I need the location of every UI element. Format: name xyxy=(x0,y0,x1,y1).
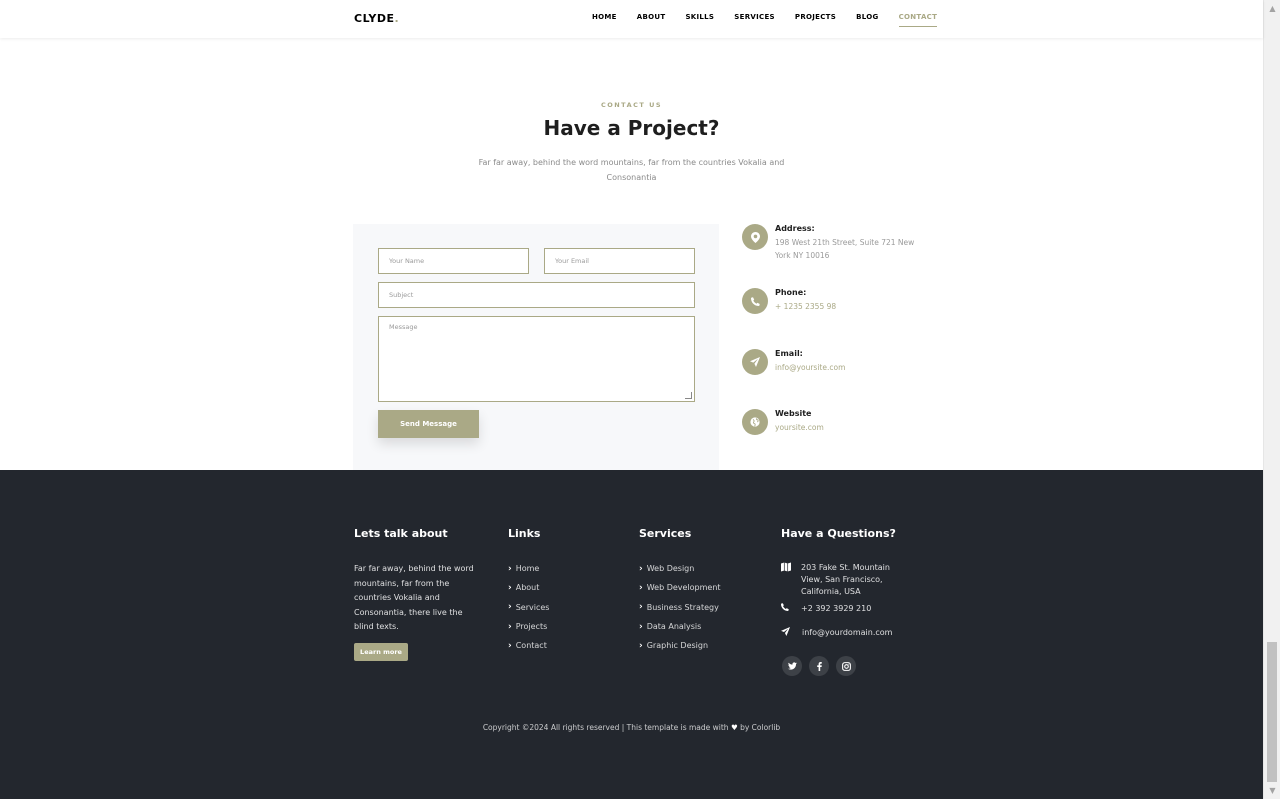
footer-email-text[interactable]: info@yourdomain.com xyxy=(802,627,912,639)
nav-projects[interactable]: PROJECTS xyxy=(795,13,836,25)
map-icon xyxy=(781,562,801,598)
globe-icon xyxy=(742,409,768,435)
chevron-right-icon: › xyxy=(639,582,643,593)
footer-questions-title: Have a Questions? xyxy=(781,527,896,540)
scroll-down-arrow-icon[interactable]: ▼ xyxy=(1264,782,1280,799)
instagram-icon[interactable] xyxy=(836,656,856,676)
contact-form: Your Name Your Email Subject Message Sen… xyxy=(353,224,719,470)
navbar: CLYDE. HOME ABOUT SKILLS SERVICES PROJEC… xyxy=(0,0,1263,38)
chevron-right-icon: › xyxy=(639,563,643,574)
page: CLYDE. HOME ABOUT SKILLS SERVICES PROJEC… xyxy=(0,0,1263,799)
scrollbar-thumb[interactable] xyxy=(1267,642,1277,782)
nav-skills[interactable]: SKILLS xyxy=(685,13,714,25)
footer-services-list: › Web Design › Web Development › Business S… xyxy=(639,559,721,655)
nav-blog[interactable]: BLOG xyxy=(856,13,878,25)
footer-address-text: 203 Fake St. Mountain View, San Francisc… xyxy=(801,563,890,596)
chevron-right-icon: › xyxy=(508,602,512,613)
learn-more-button[interactable]: Learn more xyxy=(354,643,408,661)
vertical-scrollbar[interactable]: ▲ ▼ xyxy=(1263,0,1280,799)
brand-dot: . xyxy=(394,12,400,25)
nav-about[interactable]: ABOUT xyxy=(637,13,666,25)
address-title: Address: xyxy=(775,224,815,233)
nav-home[interactable]: HOME xyxy=(592,13,617,25)
footer-service-label: Data Analysis xyxy=(646,622,702,632)
footer-link-contact[interactable]: › Contact xyxy=(508,636,549,655)
phone-icon xyxy=(742,288,768,314)
footer-service-data-analysis[interactable]: › Data Analysis xyxy=(639,617,721,636)
footer-phone-text[interactable]: +2 392 3929 210 xyxy=(801,603,893,615)
name-placeholder: Your Name xyxy=(389,257,425,265)
send-message-button[interactable]: Send Message xyxy=(378,410,479,438)
phone-title: Phone: xyxy=(775,288,807,297)
chevron-right-icon: › xyxy=(639,640,643,651)
chevron-right-icon: › xyxy=(508,582,512,593)
footer-links-list: › Home › About › Services › Projects › Contac… xyxy=(508,559,549,655)
heart-icon: ♥ xyxy=(730,723,738,732)
subject-input[interactable]: Subject xyxy=(378,282,695,308)
website-link[interactable]: yoursite.com xyxy=(775,421,925,434)
footer-service-web-development[interactable]: › Web Development xyxy=(639,578,721,597)
section-lead: Far far away, behind the word mountains,… xyxy=(478,158,785,182)
footer-phone: +2 392 3929 210 xyxy=(781,603,893,615)
chevron-right-icon: › xyxy=(508,621,512,632)
copyright-text: Copyright ©2024 All rights reserved | Th… xyxy=(482,723,729,732)
footer-about-text: Far far away, behind the word mountains,… xyxy=(354,564,474,631)
footer-service-business-strategy[interactable]: › Business Strategy xyxy=(639,598,721,617)
footer-about-title: Lets talk about xyxy=(354,527,448,540)
message-textarea[interactable]: Message xyxy=(378,316,695,402)
footer-service-web-design[interactable]: › Web Design xyxy=(639,559,721,578)
footer-address: 203 Fake St. Mountain View, San Francisc… xyxy=(781,562,893,598)
footer-service-label: Web Development xyxy=(646,583,721,593)
footer-email: info@yourdomain.com xyxy=(781,627,912,639)
footer-service-graphic-design[interactable]: › Graphic Design xyxy=(639,636,721,655)
footer-link-home[interactable]: › Home xyxy=(508,559,549,578)
footer-link-projects[interactable]: › Projects xyxy=(508,617,549,636)
footer-link-label: Contact xyxy=(515,641,547,651)
subject-placeholder: Subject xyxy=(389,291,414,299)
colorlib-link[interactable]: by Colorlib xyxy=(740,723,780,732)
footer-link-label: Services xyxy=(515,602,550,612)
name-input[interactable]: Your Name xyxy=(378,248,529,274)
twitter-icon[interactable] xyxy=(782,656,802,676)
brand-text: CLYDE xyxy=(354,12,395,25)
copyright: Copyright ©2024 All rights reserved | Th… xyxy=(0,723,1263,732)
footer xyxy=(0,470,1263,799)
email-placeholder: Your Email xyxy=(555,257,589,265)
footer-service-label: Web Design xyxy=(646,564,695,574)
map-marker-icon xyxy=(742,224,768,250)
chevron-right-icon: › xyxy=(639,621,643,632)
scroll-up-arrow-icon[interactable]: ▲ xyxy=(1264,0,1280,17)
footer-link-label: Projects xyxy=(515,622,548,632)
chevron-right-icon: › xyxy=(508,563,512,574)
section-heading: Have a Project? xyxy=(543,116,720,140)
footer-link-label: About xyxy=(515,583,540,593)
chevron-right-icon: › xyxy=(508,640,512,651)
footer-service-label: Graphic Design xyxy=(646,641,709,651)
main-nav: HOME ABOUT SKILLS SERVICES PROJECTS BLOG… xyxy=(592,13,957,27)
email-title: Email: xyxy=(775,349,803,358)
phone-text[interactable]: + 1235 2355 98 xyxy=(775,300,925,313)
facebook-icon[interactable] xyxy=(809,656,829,676)
nav-services[interactable]: SERVICES xyxy=(734,13,775,25)
section-subheading: CONTACT US xyxy=(600,101,663,109)
paper-plane-icon xyxy=(742,349,768,375)
footer-link-services[interactable]: › Services xyxy=(508,598,549,617)
phone-icon xyxy=(781,603,801,615)
brand-logo[interactable]: CLYDE. xyxy=(354,12,399,25)
nav-contact[interactable]: CONTACT xyxy=(898,13,938,27)
footer-link-label: Home xyxy=(515,564,540,574)
address-text: 198 West 21th Street, Suite 721 New York… xyxy=(775,238,915,260)
chevron-right-icon: › xyxy=(639,602,643,613)
resize-handle[interactable] xyxy=(685,392,692,399)
footer-services-title: Services xyxy=(639,527,692,540)
paper-plane-icon xyxy=(781,627,802,639)
email-link[interactable]: info@yoursite.com xyxy=(775,361,925,374)
footer-link-about[interactable]: › About xyxy=(508,578,549,597)
website-title: Website xyxy=(775,409,812,418)
message-placeholder: Message xyxy=(389,323,418,331)
footer-links-title: Links xyxy=(508,527,541,540)
email-input[interactable]: Your Email xyxy=(544,248,695,274)
footer-service-label: Business Strategy xyxy=(646,602,719,612)
